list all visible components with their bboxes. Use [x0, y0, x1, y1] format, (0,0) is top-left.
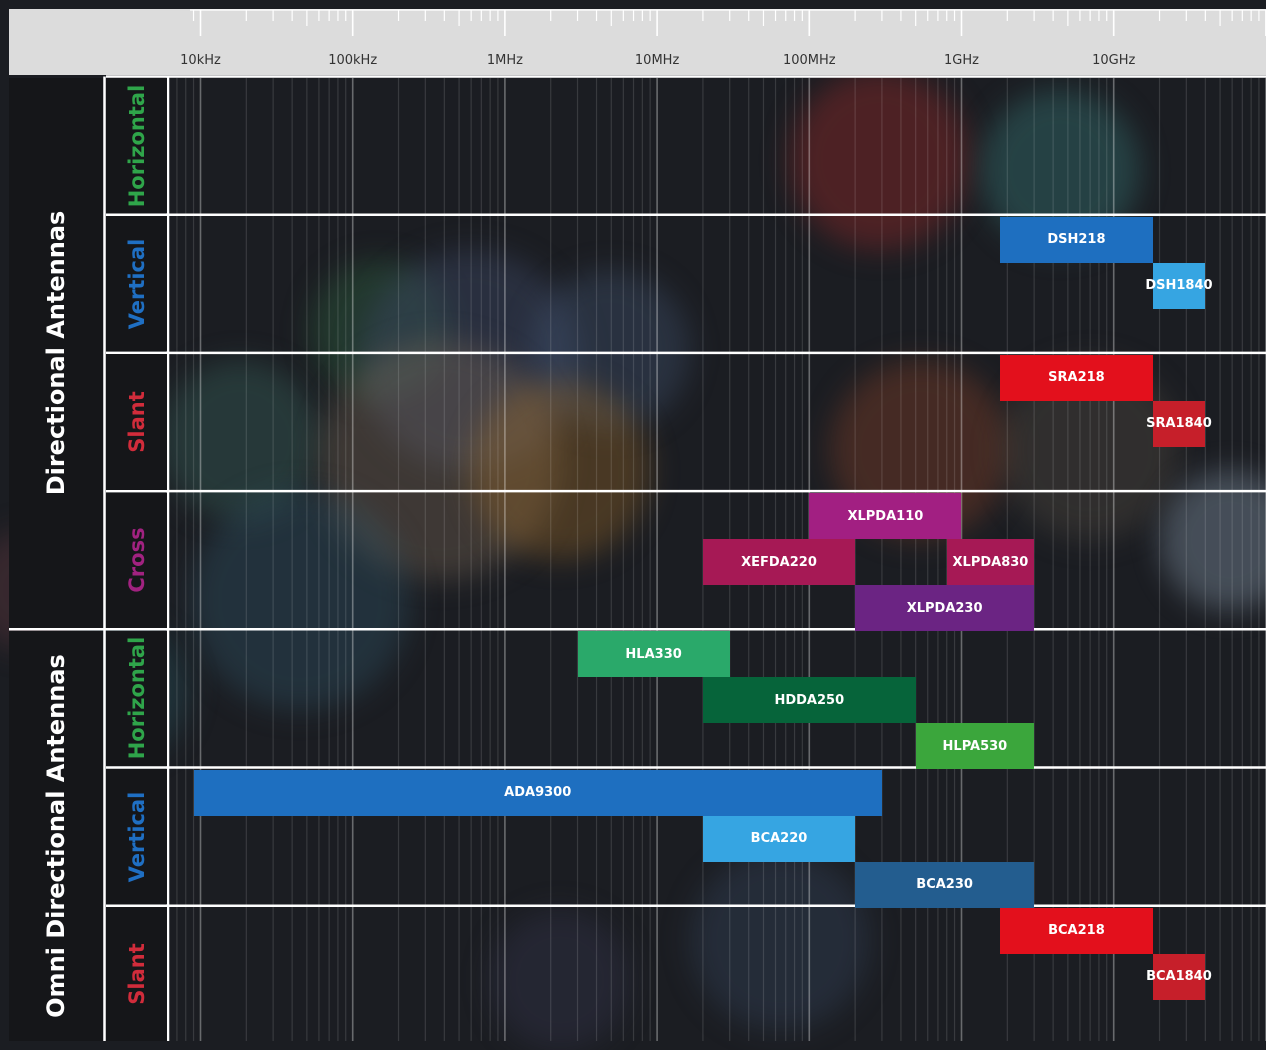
x-tick-label: 10MHz [635, 53, 680, 68]
polarization-row-cell: Horizontal [106, 78, 167, 214]
antenna-bar-ada9300: ADA9300 [193, 769, 882, 816]
antenna-bar-label: XLPDA110 [847, 508, 924, 524]
polarization-row-cell: Slant [106, 907, 167, 1041]
antenna-bar-label: SRA218 [1048, 370, 1105, 386]
antenna-bar-label: HLA330 [625, 646, 682, 662]
antenna-bar-label: ADA9300 [504, 785, 572, 800]
antenna-bar-hdda250: HDDA250 [702, 677, 916, 724]
antenna-bar-bca230: BCA230 [855, 861, 1035, 908]
antenna-group-label: Omni Directional Antennas [42, 654, 70, 1018]
polarization-row-cell: Slant [106, 354, 167, 490]
antenna-bar-label: DSH218 [1047, 232, 1106, 248]
x-tick-label: 10kHz [180, 53, 221, 68]
antenna-bar-sra218: SRA218 [1000, 354, 1153, 401]
x-tick-label: 100kHz [328, 53, 377, 68]
antenna-bar-hla330: HLA330 [577, 631, 730, 678]
antenna-bar-xefda220: XEFDA220 [702, 539, 856, 586]
polarization-label: Horizontal [124, 84, 149, 207]
antenna-bar-bca220: BCA220 [702, 815, 856, 862]
antenna-bar-dsh218: DSH218 [1000, 216, 1153, 263]
frequency-axis-and-grid: 10kHz 100kHz 1MHz 10MHz 100MHz 1GHz 10GHz [9, 9, 1266, 1041]
antenna-bar-xlpda110: XLPDA110 [809, 493, 962, 540]
antenna-bar-label: BCA230 [916, 877, 973, 892]
polarization-label: Horizontal [124, 637, 149, 760]
x-tick-label: 100MHz [783, 53, 836, 68]
frequency-range-chart: 10kHz 100kHz 1MHz 10MHz 100MHz 1GHz 10GHz Dire… [0, 0, 1266, 1041]
antenna-bar-hlpa530: HLPA530 [915, 723, 1035, 770]
antenna-bar-label: HDDA250 [774, 692, 845, 708]
polarization-label: Slant [124, 391, 149, 453]
polarization-row-cell: Vertical [106, 769, 167, 905]
antenna-bar-bca218: BCA218 [1000, 907, 1153, 954]
antenna-bar-label: BCA218 [1048, 923, 1105, 939]
antenna-group-panel: Omni Directional Antennas [9, 630, 103, 1041]
antenna-bar-sra1840: SRA1840 [1146, 400, 1212, 447]
antenna-group-label: Directional Antennas [42, 210, 70, 496]
antenna-bar-xlpda830: XLPDA830 [946, 539, 1035, 586]
antenna-group-panel: Directional Antennas [9, 78, 103, 628]
antenna-bar-label: XLPDA230 [906, 600, 983, 616]
polarization-label: Slant [124, 943, 149, 1005]
antenna-bar-bca1840: BCA1840 [1146, 953, 1212, 1000]
x-tick-label: 10GHz [1092, 53, 1135, 68]
antenna-bar-label: BCA220 [750, 831, 808, 846]
x-tick-label: 1MHz [487, 53, 523, 68]
polarization-label: Vertical [124, 238, 149, 330]
polarization-row-cell: Vertical [106, 216, 167, 352]
antenna-bar-xlpda230: XLPDA230 [855, 585, 1035, 632]
antenna-bar-label: XLPDA830 [952, 554, 1029, 570]
antenna-bar-dsh1840: DSH1840 [1145, 262, 1213, 309]
polarization-label: Vertical [124, 791, 149, 882]
antenna-bar-label: HLPA530 [942, 738, 1008, 754]
antenna-bar-label: DSH1840 [1145, 278, 1213, 294]
x-tick-label: 1GHz [944, 53, 979, 68]
polarization-row-cell: Horizontal [106, 630, 167, 766]
antenna-bar-label: SRA1840 [1146, 416, 1212, 432]
antenna-bar-label: XEFDA220 [741, 554, 817, 570]
polarization-row-cell: Cross [106, 492, 167, 628]
polarization-label: Cross [124, 527, 149, 593]
antenna-bar-label: BCA1840 [1146, 969, 1212, 985]
